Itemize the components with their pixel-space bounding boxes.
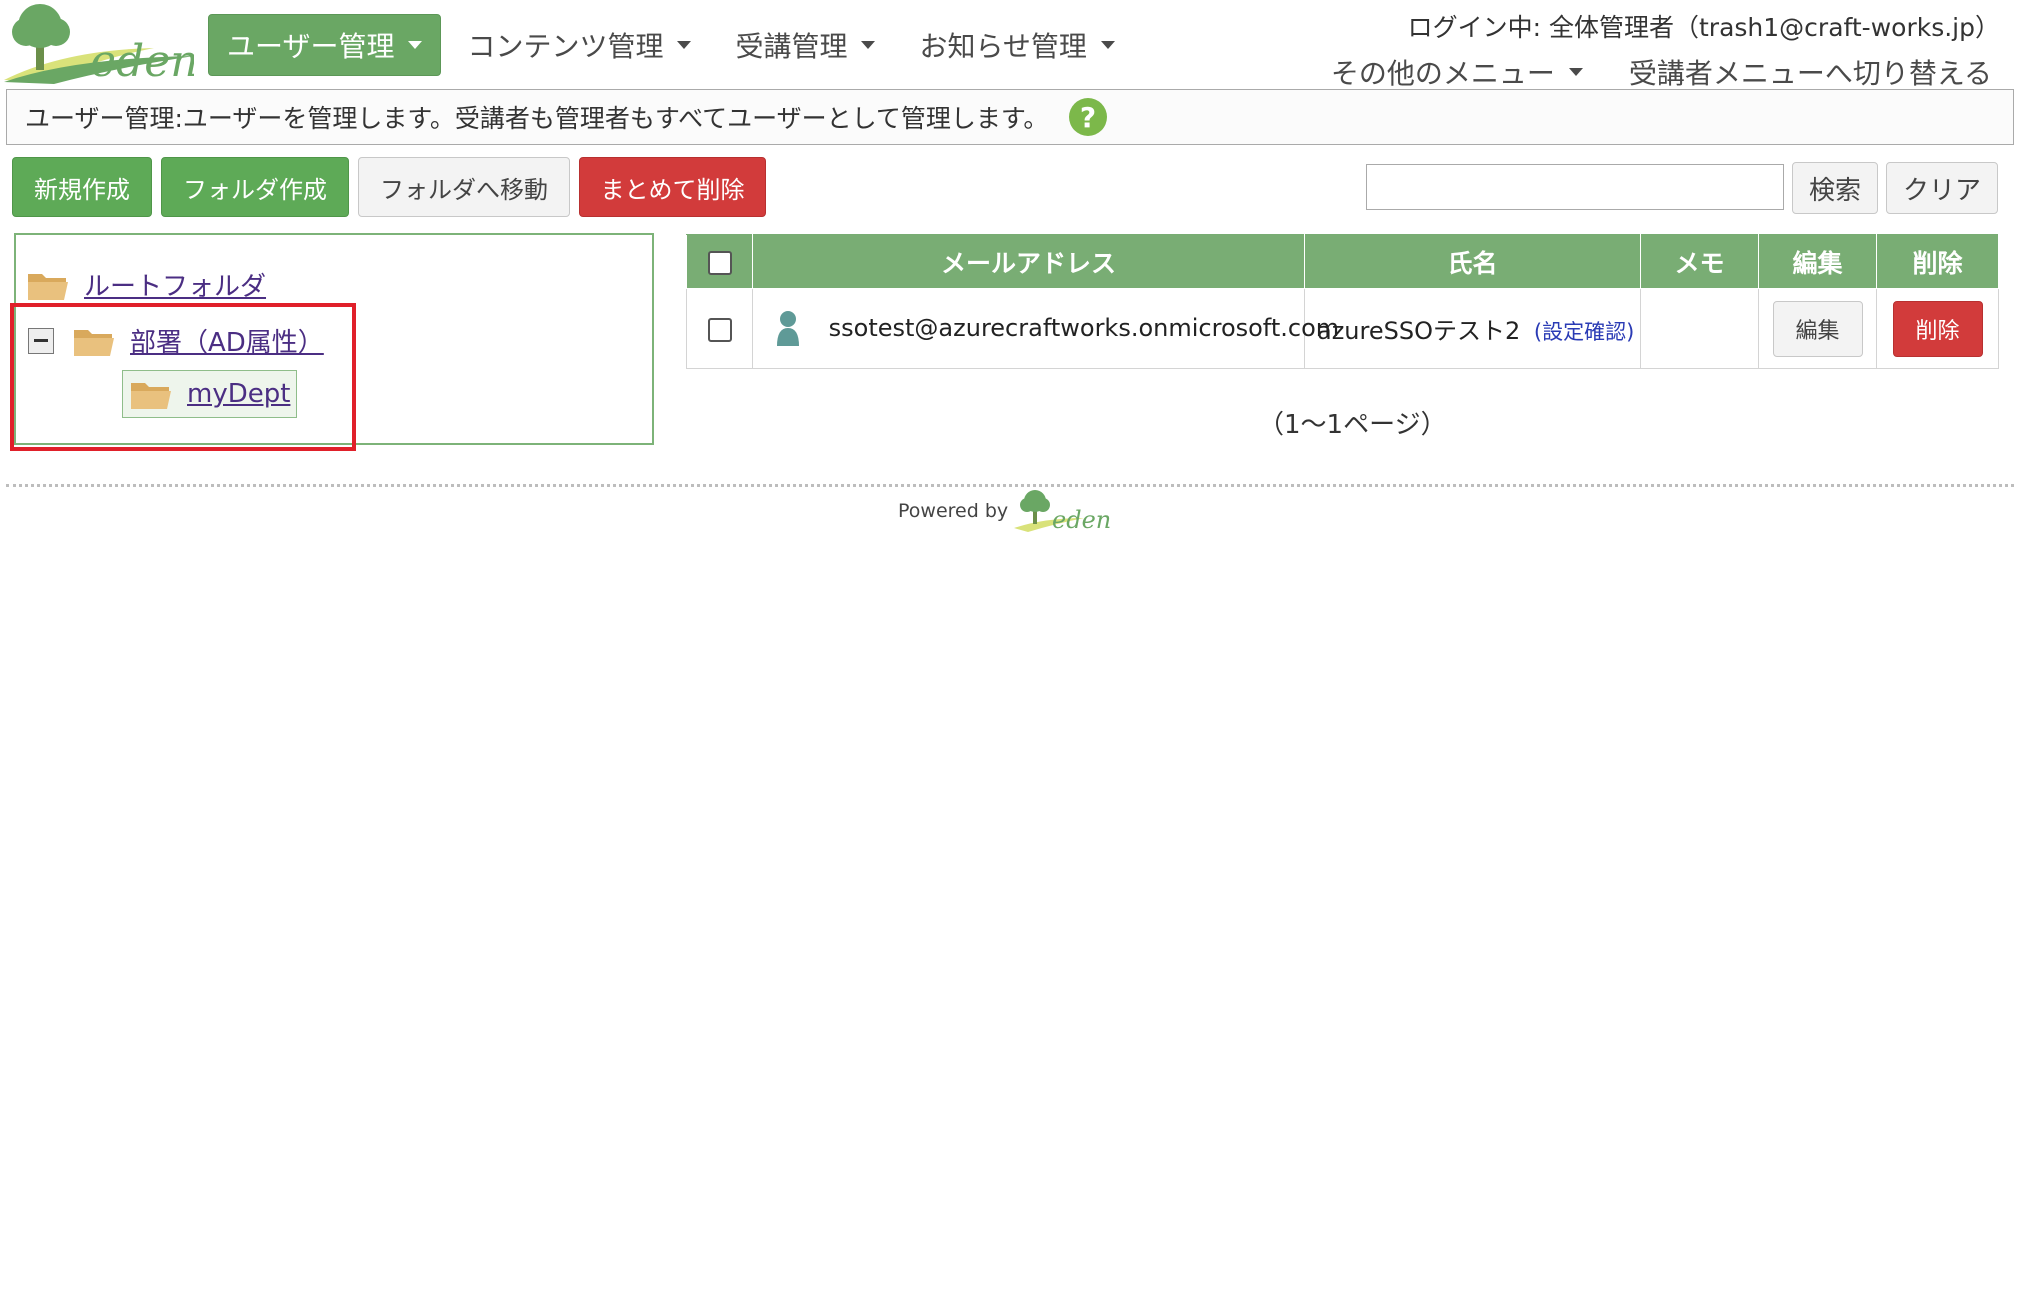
tree-root-row: ルートフォルダ: [26, 266, 266, 303]
name-text: azureSSOテスト2: [1317, 317, 1521, 345]
select-all-checkbox[interactable]: [707, 251, 732, 275]
tree-root-link[interactable]: ルートフォルダ: [84, 266, 266, 303]
powered-by-text: Powered by: [898, 500, 1009, 522]
edit-cell: 編集: [1758, 288, 1877, 369]
email-header[interactable]: メールアドレス: [752, 234, 1305, 289]
memo-header: メモ: [1640, 234, 1759, 289]
caret-down-icon: [861, 41, 876, 49]
powered-by: Powered by eden: [898, 488, 1110, 534]
nav-course-management[interactable]: 受講管理: [717, 14, 893, 76]
new-button[interactable]: 新規作成: [12, 157, 152, 217]
edit-header: 編集: [1758, 234, 1877, 289]
clear-button[interactable]: クリア: [1886, 162, 1998, 214]
svg-text:?: ?: [1080, 101, 1096, 134]
logo-text: eden: [90, 36, 194, 84]
highlight-annotation-box: [10, 303, 356, 451]
search-button[interactable]: 検索: [1792, 162, 1878, 214]
folder-open-icon: [28, 273, 68, 300]
memo-cell: [1640, 288, 1759, 369]
footer-logo-text: eden: [1052, 506, 1110, 534]
info-text: ユーザー管理:ユーザーを管理します。受講者も管理者もすべてユーザーとして管理しま…: [25, 104, 1049, 133]
move-to-folder-button[interactable]: フォルダへ移動: [358, 157, 570, 217]
delete-header: 削除: [1876, 234, 1999, 289]
caret-down-icon: [1100, 41, 1115, 49]
edit-button[interactable]: 編集: [1772, 300, 1863, 357]
other-menu-label: その他のメニュー: [1330, 57, 1555, 90]
top-right-menu: その他のメニュー 受講者メニューへ切り替える: [1285, 52, 1992, 92]
delete-button[interactable]: 削除: [1892, 300, 1983, 357]
table-row: ssotest@azurecraftworks.onmicrosoft.com …: [686, 288, 1999, 369]
row-checkbox[interactable]: [707, 317, 732, 342]
main-nav: ユーザー管理 コンテンツ管理 受講管理 お知らせ管理: [208, 14, 1141, 76]
nav-label: 受講管理: [735, 30, 848, 63]
select-all-header: [686, 234, 753, 289]
nav-content-management[interactable]: コンテンツ管理: [449, 14, 709, 76]
pagination-info: （1～1ページ）: [1258, 410, 1447, 440]
nav-notice-management[interactable]: お知らせ管理: [901, 14, 1132, 76]
info-bar: ユーザー管理:ユーザーを管理します。受講者も管理者もすべてユーザーとして管理しま…: [6, 89, 2014, 145]
help-icon[interactable]: ?: [1068, 97, 1108, 137]
settings-confirm-link[interactable]: (設定確認): [1534, 320, 1634, 344]
caret-down-icon: [1568, 68, 1583, 76]
delete-cell: 削除: [1876, 288, 1999, 369]
new-folder-button[interactable]: フォルダ作成: [161, 157, 349, 217]
footer-divider: [6, 484, 2014, 487]
nav-user-management[interactable]: ユーザー管理: [208, 14, 442, 76]
caret-down-icon: [408, 41, 423, 49]
user-icon: [777, 310, 799, 346]
eden-logo[interactable]: eden: [4, 2, 194, 84]
email-cell: ssotest@azurecraftworks.onmicrosoft.com: [752, 288, 1339, 369]
table-header-row: メールアドレス 氏名 メモ 編集 削除: [686, 234, 1999, 289]
nav-label: ユーザー管理: [227, 30, 395, 63]
footer-eden-logo[interactable]: eden: [1014, 488, 1110, 534]
other-menu-dropdown[interactable]: その他のメニュー: [1331, 52, 1583, 92]
bulk-delete-button[interactable]: まとめて削除: [579, 157, 766, 217]
name-cell: azureSSOテスト2 (設定確認): [1304, 288, 1641, 369]
row-select-cell: [686, 288, 753, 369]
search-input[interactable]: [1366, 164, 1784, 210]
page: eden ユーザー管理 コンテンツ管理 受講管理 お知らせ管理 ログイン中: 全…: [0, 0, 2020, 1316]
caret-down-icon: [677, 41, 692, 49]
switch-to-learner-link[interactable]: 受講者メニューへ切り替える: [1629, 52, 1992, 92]
user-table: メールアドレス 氏名 メモ 編集 削除 ssotest@azurecraftwo…: [686, 234, 1999, 369]
nav-label: コンテンツ管理: [467, 30, 664, 63]
name-header[interactable]: 氏名: [1304, 234, 1641, 289]
login-info: ログイン中: 全体管理者（trash1@craft-works.jp）: [1407, 13, 2000, 42]
nav-label: お知らせ管理: [919, 30, 1087, 63]
email-text: ssotest@azurecraftworks.onmicrosoft.com: [828, 313, 1340, 342]
